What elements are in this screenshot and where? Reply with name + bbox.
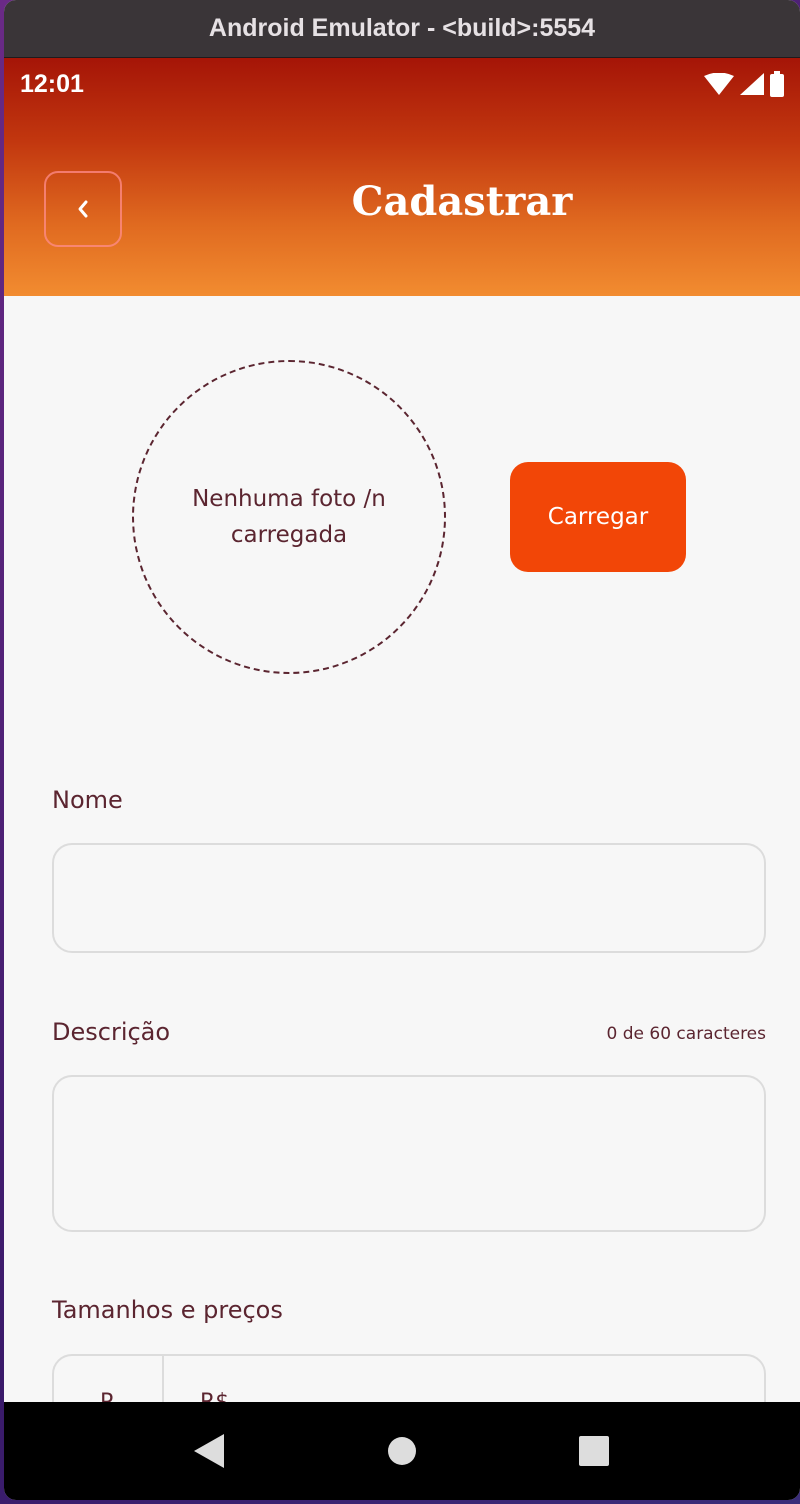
name-label: Nome (52, 786, 123, 814)
battery-icon (770, 71, 784, 97)
nav-home-button[interactable] (372, 1421, 432, 1481)
photo-placeholder-text: Nenhuma foto /n carregada (192, 486, 386, 548)
back-button[interactable] (44, 171, 122, 247)
back-triangle-icon (194, 1434, 224, 1468)
status-bar: 12:01 (4, 58, 800, 110)
recents-square-icon (579, 1436, 609, 1466)
upload-button-label: Carregar (547, 504, 649, 530)
name-field[interactable] (52, 843, 766, 953)
android-nav-bar (4, 1402, 800, 1500)
description-field[interactable] (52, 1075, 766, 1232)
page-title: Cadastrar (351, 178, 573, 225)
signal-icon (740, 73, 764, 95)
photo-placeholder: Nenhuma foto /n carregada (132, 360, 446, 674)
upload-photo-button[interactable]: Carregar (510, 462, 686, 572)
window-titlebar: Android Emulator - <build>:5554 (4, 0, 800, 58)
chevron-left-icon (78, 200, 88, 218)
name-input[interactable] (54, 845, 764, 951)
description-input[interactable] (54, 1077, 764, 1230)
nav-recents-button[interactable] (564, 1421, 624, 1481)
sizes-label: Tamanhos e preços (52, 1296, 283, 1324)
wifi-icon (704, 73, 734, 95)
emulator-window: Android Emulator - <build>:5554 12:01 Ca… (4, 0, 800, 1500)
description-counter: 0 de 60 caracteres (606, 1024, 766, 1044)
home-circle-icon (388, 1437, 416, 1465)
description-label: Descrição (52, 1018, 171, 1046)
nav-back-button[interactable] (180, 1421, 240, 1481)
status-time: 12:01 (20, 69, 84, 98)
status-icons (704, 71, 784, 97)
window-title: Android Emulator - <build>:5554 (208, 14, 596, 42)
app-header: 12:01 Cadastrar (4, 58, 800, 296)
